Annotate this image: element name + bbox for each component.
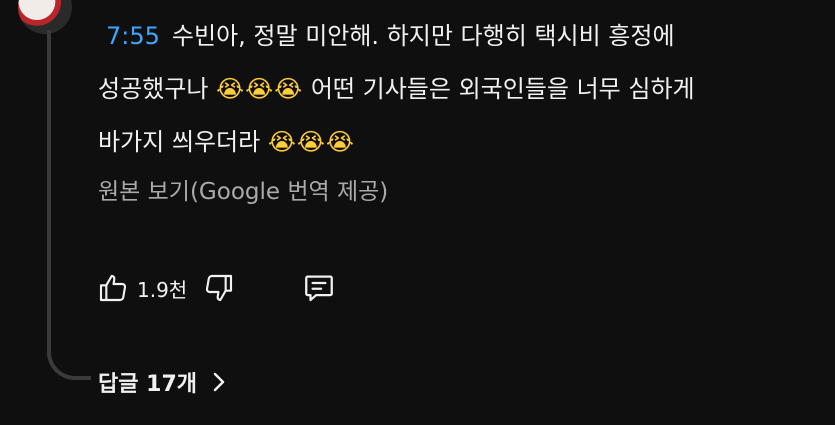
like-button[interactable] (95, 268, 131, 308)
comment-line-1: 7:55 수빈아, 정말 미안해. 하지만 다행히 택시비 흥정에 (98, 10, 798, 63)
comment-line-3: 바가지 씌우더라 😭😭😭 (98, 116, 798, 169)
crying-face-emoji: 😭😭😭 (267, 128, 355, 156)
comment-line-3-text-a: 바가지 씌우더라 (98, 128, 261, 156)
avatar[interactable] (18, 0, 72, 34)
replies-count-label: 답글 17개 (98, 372, 197, 397)
comment-line-2: 성공했구나 😭😭😭 어떤 기사들은 외국인들을 너무 심하게 (98, 63, 798, 116)
thumbs-up-icon (99, 274, 127, 302)
crying-face-emoji: 😭😭😭 (216, 75, 304, 103)
chevron-right-icon (213, 372, 225, 392)
timestamp-link[interactable]: 7:55 (106, 22, 160, 50)
thread-line (47, 30, 51, 356)
comment-page: 7:55 수빈아, 정말 미안해. 하지만 다행히 택시비 흥정에 성공했구나 😭… (0, 0, 835, 425)
comment-body: 7:55 수빈아, 정말 미안해. 하지만 다행히 택시비 흥정에 성공했구나 😭… (98, 10, 798, 169)
comment-icon (305, 275, 334, 302)
comment-actions: 1.9천 (95, 268, 337, 308)
like-count: 1.9천 (137, 277, 188, 302)
comment-line-2-text-a: 성공했구나 (98, 75, 209, 103)
view-original-link[interactable]: 원본 보기(Google 번역 제공) (98, 172, 388, 206)
thumbs-down-icon (206, 274, 233, 302)
comment-line-2-text-b: 어떤 기사들은 외국인들을 너무 심하게 (310, 75, 695, 103)
reply-button[interactable] (301, 268, 337, 308)
thread-curve (47, 336, 91, 380)
replies-toggle[interactable]: 답글 17개 (98, 366, 227, 398)
dislike-button[interactable] (201, 268, 237, 308)
comment-line-1-text: 수빈아, 정말 미안해. 하지만 다행히 택시비 흥정에 (171, 22, 675, 50)
